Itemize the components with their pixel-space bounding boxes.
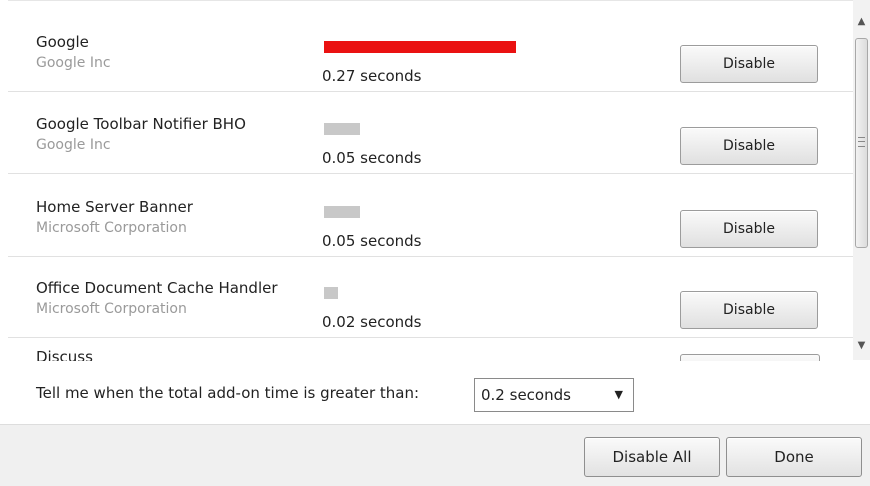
- threshold-selected-value: 0.2 seconds: [481, 386, 571, 404]
- done-button[interactable]: Done: [726, 437, 862, 477]
- disable-button[interactable]: Disable: [680, 291, 818, 329]
- addon-publisher: Google Inc: [36, 137, 111, 153]
- addon-name: Office Document Cache Handler: [36, 279, 278, 297]
- addon-row-discuss: Discuss: [8, 338, 858, 361]
- addon-list: Google Google Inc 0.27 seconds Disable G…: [8, 0, 858, 361]
- addon-row-home-server-banner: Home Server Banner Microsoft Corporation…: [8, 176, 858, 257]
- addon-name: Google: [36, 33, 89, 51]
- load-time-bar: [324, 41, 516, 53]
- list-scrollbar[interactable]: ▲ ▼: [853, 0, 870, 360]
- load-time-text: 0.05 seconds: [322, 149, 422, 167]
- addon-publisher: Google Inc: [36, 55, 111, 71]
- threshold-label: Tell me when the total add-on time is gr…: [36, 384, 420, 402]
- addon-name: Google Toolbar Notifier BHO: [36, 115, 246, 133]
- triangle-down-icon[interactable]: ▼: [853, 338, 870, 354]
- load-time-text: 0.05 seconds: [322, 232, 422, 250]
- dialog-footer: Disable All Done: [0, 424, 870, 486]
- chevron-down-icon: ▼: [614, 388, 623, 401]
- load-time-text: 0.02 seconds: [322, 313, 422, 331]
- threshold-row: Tell me when the total add-on time is gr…: [0, 362, 870, 424]
- disable-button[interactable]: [680, 354, 820, 361]
- threshold-select[interactable]: 0.2 seconds ▼: [474, 378, 634, 412]
- disable-button[interactable]: Disable: [680, 210, 818, 248]
- disable-all-button[interactable]: Disable All: [584, 437, 720, 477]
- scroll-thumb[interactable]: [855, 38, 868, 248]
- addon-row-office-document-cache-handler: Office Document Cache Handler Microsoft …: [8, 257, 858, 338]
- load-time-text: 0.27 seconds: [322, 67, 422, 85]
- addon-publisher: Microsoft Corporation: [36, 220, 187, 236]
- addon-name: Home Server Banner: [36, 198, 193, 216]
- grip-icon: [858, 137, 865, 147]
- load-time-bar: [324, 123, 360, 135]
- load-time-bar: [324, 206, 360, 218]
- addon-row-google-toolbar-notifier: Google Toolbar Notifier BHO Google Inc 0…: [8, 93, 858, 174]
- load-time-bar: [324, 287, 338, 299]
- disable-button[interactable]: Disable: [680, 45, 818, 83]
- addon-publisher: Microsoft Corporation: [36, 301, 187, 317]
- addon-row-google: Google Google Inc 0.27 seconds Disable: [8, 11, 858, 92]
- disable-button[interactable]: Disable: [680, 127, 818, 165]
- addon-name: Discuss: [36, 348, 93, 361]
- triangle-up-icon[interactable]: ▲: [853, 14, 870, 30]
